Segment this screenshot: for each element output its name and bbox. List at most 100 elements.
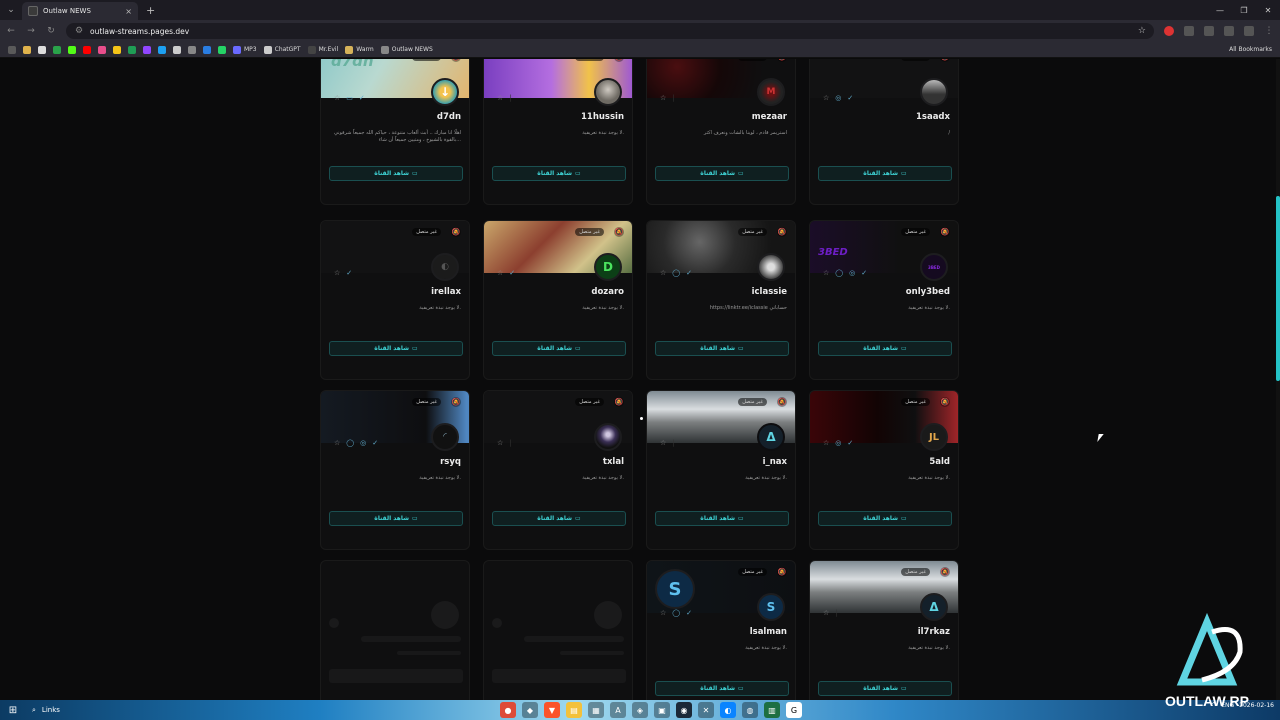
instagram-icon[interactable]: ◎: [835, 439, 841, 447]
bell-off-icon[interactable]: 🔕: [777, 397, 787, 407]
app-icon[interactable]: ▣: [654, 702, 670, 718]
close-window-icon[interactable]: ✕: [1256, 0, 1280, 20]
watch-channel-button[interactable]: شاهد القناة ▭: [655, 341, 789, 356]
bookmark-item[interactable]: Outlaw NEWS: [380, 45, 433, 54]
watch-channel-button[interactable]: شاهد القناة ▭: [818, 341, 952, 356]
watch-channel-button[interactable]: شاهد القناة ▭: [818, 166, 952, 181]
bookmark-favicon-icon[interactable]: [68, 45, 76, 54]
bell-off-icon[interactable]: 🔕: [777, 227, 787, 237]
excel-icon[interactable]: ▥: [764, 702, 780, 718]
edge-icon[interactable]: ◐: [720, 702, 736, 718]
bookmark-favicon-icon[interactable]: [98, 45, 106, 54]
chat-icon[interactable]: ◯: [835, 269, 843, 277]
favorite-star-icon[interactable]: ☆: [823, 439, 829, 447]
watch-channel-button[interactable]: شاهد القناة ▭: [818, 681, 952, 696]
watch-channel-button[interactable]: شاهد القناة ▭: [655, 511, 789, 526]
bookmark-folder[interactable]: Warm: [345, 45, 374, 54]
extension-icon[interactable]: [1164, 26, 1174, 36]
bookmark-item[interactable]: ChatGPT: [263, 45, 301, 54]
instagram-icon[interactable]: ◎: [360, 439, 366, 447]
app-icon[interactable]: ◈: [632, 702, 648, 718]
tab-outlaw-news[interactable]: Outlaw NEWS ×: [22, 2, 138, 20]
bell-off-icon[interactable]: 🔕: [940, 397, 950, 407]
twitter-icon[interactable]: ✓: [686, 609, 692, 617]
watch-channel-button[interactable]: شاهد القناة ▭: [329, 511, 463, 526]
watch-channel-button[interactable]: شاهد القناة ▭: [329, 341, 463, 356]
tab-close-icon[interactable]: ×: [125, 7, 132, 16]
scrollbar-thumb[interactable]: [1276, 196, 1280, 381]
watch-channel-button[interactable]: شاهد القناة ▭: [655, 681, 789, 696]
extension-icon[interactable]: [1184, 26, 1194, 36]
twitter-icon[interactable]: ✓: [372, 439, 378, 447]
minimize-icon[interactable]: —: [1208, 0, 1232, 20]
bookmark-favicon-icon[interactable]: [23, 45, 31, 54]
chat-icon[interactable]: ◯: [346, 439, 354, 447]
favorite-star-icon[interactable]: ☆: [660, 269, 666, 277]
downloads-icon[interactable]: [1224, 26, 1234, 36]
favorite-star-icon[interactable]: ☆: [497, 94, 503, 102]
app-icon[interactable]: ✕: [698, 702, 714, 718]
new-tab-button[interactable]: +: [146, 4, 155, 17]
bell-off-icon[interactable]: 🔕: [940, 227, 950, 237]
chrome-icon[interactable]: ●: [500, 702, 516, 718]
extensions-puzzle-icon[interactable]: [1204, 26, 1214, 36]
bookmark-favicon-icon[interactable]: [128, 45, 136, 54]
bell-off-icon[interactable]: 🔕: [614, 227, 624, 237]
bookmark-favicon-icon[interactable]: [83, 45, 91, 54]
bookmark-favicon-icon[interactable]: [188, 45, 196, 54]
watch-channel-button[interactable]: شاهد القناة ▭: [818, 511, 952, 526]
chat-icon[interactable]: ◯: [672, 269, 680, 277]
chat-icon[interactable]: ◯: [672, 609, 680, 617]
bell-off-icon[interactable]: 🔕: [777, 567, 787, 577]
app-icon[interactable]: ◍: [742, 702, 758, 718]
app-icon[interactable]: ▦: [588, 702, 604, 718]
favorite-star-icon[interactable]: ☆: [334, 269, 340, 277]
bell-off-icon[interactable]: 🔕: [451, 397, 461, 407]
favorite-star-icon[interactable]: ☆: [823, 609, 829, 617]
tab-search-icon[interactable]: ⌄: [0, 0, 22, 20]
file-explorer-icon[interactable]: ▤: [566, 702, 582, 718]
favorite-star-icon[interactable]: ☆: [660, 94, 666, 102]
instagram-icon[interactable]: ◎: [849, 269, 855, 277]
instagram-icon[interactable]: ◎: [835, 94, 841, 102]
bookmark-favicon-icon[interactable]: [218, 45, 226, 54]
back-icon[interactable]: ←: [6, 26, 16, 36]
address-bar[interactable]: ⚙ outlaw-streams.pages.dev ☆: [66, 23, 1154, 39]
twitter-icon[interactable]: ✓: [847, 94, 853, 102]
brave-icon[interactable]: ▼: [544, 702, 560, 718]
bookmark-favicon-icon[interactable]: [38, 45, 46, 54]
bookmark-item[interactable]: Mr.Evil: [307, 45, 338, 54]
watch-channel-button[interactable]: شاهد القناة ▭: [655, 166, 789, 181]
twitter-icon[interactable]: ✓: [847, 439, 853, 447]
watch-channel-button[interactable]: شاهد القناة ▭: [329, 166, 463, 181]
bookmark-favicon-icon[interactable]: [203, 45, 211, 54]
favorite-star-icon[interactable]: ☆: [823, 269, 829, 277]
bell-off-icon[interactable]: 🔕: [940, 567, 950, 577]
bookmark-favicon-icon[interactable]: [143, 45, 151, 54]
youtube-icon[interactable]: ▭: [346, 94, 353, 102]
app-icon[interactable]: A: [610, 702, 626, 718]
bookmark-favicon-icon[interactable]: [173, 45, 181, 54]
favorite-star-icon[interactable]: ☆: [660, 439, 666, 447]
bookmark-favicon-icon[interactable]: [158, 45, 166, 54]
twitter-icon[interactable]: ✓: [686, 269, 692, 277]
taskbar-search[interactable]: ⌕ Links: [26, 706, 136, 715]
twitter-icon[interactable]: ✓: [359, 94, 365, 102]
steam-icon[interactable]: ◉: [676, 702, 692, 718]
watch-channel-button[interactable]: شاهد القناة ▭: [492, 341, 626, 356]
twitter-icon[interactable]: ✓: [346, 269, 352, 277]
bookmark-item[interactable]: MP3: [233, 45, 257, 54]
bookmark-favicon-icon[interactable]: [53, 45, 61, 54]
maximize-icon[interactable]: ❐: [1232, 0, 1256, 20]
favorite-star-icon[interactable]: ☆: [334, 94, 340, 102]
favorite-star-icon[interactable]: ☆: [497, 269, 503, 277]
favorite-star-icon[interactable]: ☆: [823, 94, 829, 102]
bookmark-star-icon[interactable]: ☆: [1138, 26, 1146, 36]
menu-icon[interactable]: ⋮: [1264, 26, 1274, 36]
bell-off-icon[interactable]: 🔕: [451, 227, 461, 237]
profile-avatar[interactable]: [1244, 26, 1254, 36]
windows-start-icon[interactable]: ⊞: [0, 705, 26, 716]
watch-channel-button[interactable]: شاهد القناة ▭: [492, 166, 626, 181]
favorite-star-icon[interactable]: ☆: [497, 439, 503, 447]
bell-off-icon[interactable]: 🔕: [614, 397, 624, 407]
